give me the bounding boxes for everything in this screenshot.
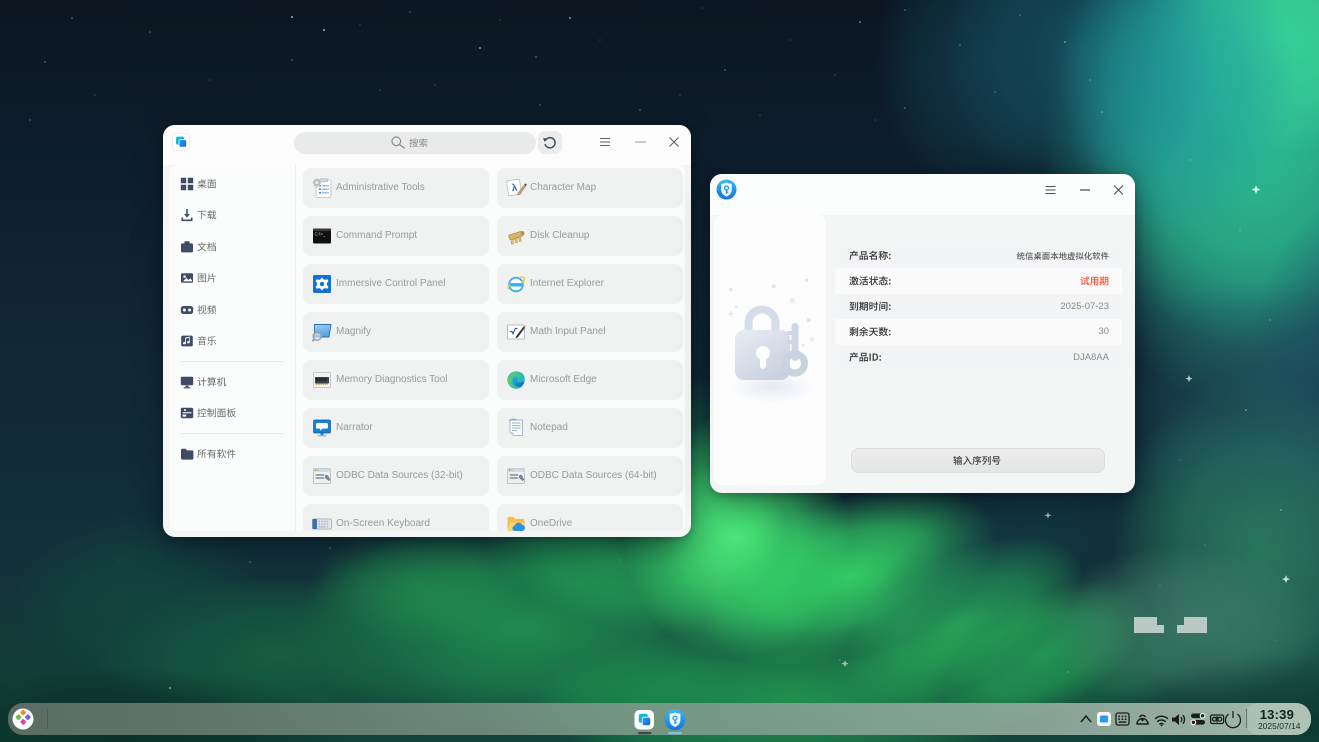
svg-text:C:\>_: C:\>_ bbox=[315, 232, 326, 237]
